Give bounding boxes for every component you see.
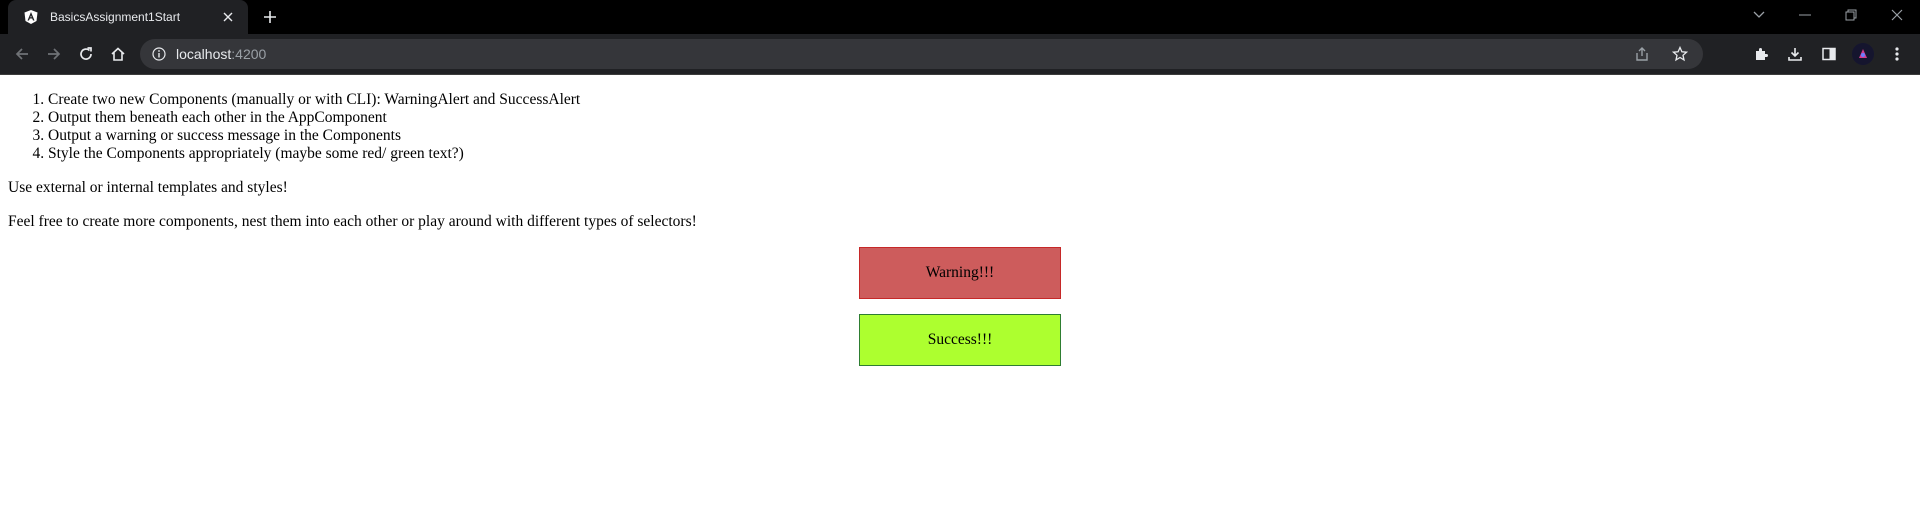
- list-item: Style the Components appropriately (mayb…: [48, 145, 1912, 163]
- browser-tab[interactable]: BasicsAssignment1Start: [8, 0, 248, 34]
- toolbar-right: [1746, 38, 1912, 70]
- tab-title: BasicsAssignment1Start: [50, 10, 181, 24]
- tab-search-icon[interactable]: [1736, 0, 1782, 30]
- note-templates: Use external or internal templates and s…: [8, 179, 288, 196]
- share-icon[interactable]: [1627, 42, 1657, 66]
- download-icon[interactable]: [1780, 38, 1810, 70]
- url-port: :4200: [231, 46, 267, 62]
- reload-icon[interactable]: [70, 38, 102, 70]
- list-item: Output a warning or success message in t…: [48, 127, 1912, 145]
- avatar: [1852, 43, 1874, 65]
- alerts-container: Warning!!! Success!!!: [8, 247, 1912, 366]
- success-alert: Success!!!: [859, 314, 1061, 366]
- minimize-icon[interactable]: [1782, 0, 1828, 30]
- list-item: Create two new Components (manually or w…: [48, 91, 1912, 109]
- warning-alert: Warning!!!: [859, 247, 1061, 299]
- close-icon[interactable]: [218, 7, 238, 27]
- home-icon[interactable]: [102, 38, 134, 70]
- instruction-list: Create two new Components (manually or w…: [8, 91, 1912, 163]
- omnibox-actions: [1627, 42, 1695, 66]
- browser-toolbar: localhost:4200: [0, 34, 1920, 75]
- restore-icon[interactable]: [1828, 0, 1874, 30]
- close-window-icon[interactable]: [1874, 0, 1920, 30]
- angular-icon: [22, 8, 40, 26]
- forward-icon[interactable]: [38, 38, 70, 70]
- profile-button[interactable]: [1848, 38, 1878, 70]
- star-icon[interactable]: [1665, 42, 1695, 66]
- side-panel-icon[interactable]: [1814, 38, 1844, 70]
- back-icon[interactable]: [6, 38, 38, 70]
- menu-icon[interactable]: [1882, 38, 1912, 70]
- tab-strip: BasicsAssignment1Start: [0, 0, 1920, 34]
- window-controls: [1736, 0, 1920, 30]
- address-bar[interactable]: localhost:4200: [140, 39, 1703, 69]
- extensions-icon[interactable]: [1746, 38, 1776, 70]
- note-components: Feel free to create more components, nes…: [8, 213, 697, 230]
- page-content: Create two new Components (manually or w…: [0, 91, 1920, 366]
- url-host: localhost: [176, 46, 232, 62]
- list-item: Output them beneath each other in the Ap…: [48, 109, 1912, 127]
- plus-icon[interactable]: [258, 5, 282, 29]
- info-icon[interactable]: [152, 47, 166, 61]
